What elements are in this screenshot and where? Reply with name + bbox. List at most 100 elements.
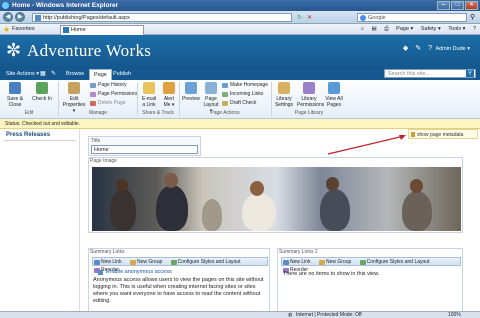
title-label: Title [91,138,101,144]
page-permissions-button[interactable]: Page Permissions [90,91,138,98]
person-figure [242,193,276,231]
incoming-links-button[interactable]: Incoming Links [222,91,263,98]
back-button[interactable]: ◀ [3,12,13,22]
page-history-label: Page History [98,82,127,88]
new-link-icon [283,260,289,265]
library-permissions-button[interactable]: Library Permissions [297,82,325,108]
group-share: Share & Track [142,110,174,116]
configure-styles-button[interactable]: Configure Styles and Layout [359,259,430,265]
group-edit: Edit [24,110,34,116]
nav-divider [4,140,76,141]
person-head [250,181,264,196]
page-history-button[interactable]: Page History [90,82,127,89]
brand-logo-icon[interactable]: ✼ [6,40,26,60]
save-close-button[interactable]: Save & Close [3,82,27,108]
security-zone[interactable]: Internet | Protected Mode: Off [296,312,362,318]
help-menu[interactable]: ? [473,26,476,32]
navigate-up-icon[interactable]: ▦ [40,70,46,77]
delete-icon [90,101,96,106]
make-homepage-button[interactable]: Make Homepage [222,82,268,89]
notes-icon[interactable]: ✎ [415,45,421,52]
show-page-metadata-link[interactable]: show page metadata [408,129,478,139]
alert-me-label: Alert Me ▾ [163,96,175,108]
delete-page-label: Delete Page [98,100,126,106]
library-permissions-label: Library Permissions [297,96,325,108]
person-head [116,179,128,192]
maximize-button[interactable]: □ [451,1,464,10]
site-search-placeholder: Search this site... [388,71,431,77]
show-metadata-label: show page metadata [417,132,464,138]
summary-links-toolbar: New Link New Group Configure Styles and … [92,257,268,273]
save-icon [9,82,21,94]
page-menu[interactable]: Page ▾ [396,26,413,32]
forward-button[interactable]: ▶ [15,12,25,22]
configure-label: Configure Styles and Layout [366,259,430,265]
history-icon [90,83,96,88]
tab-browse[interactable]: Browse [62,69,88,80]
new-link-button[interactable]: New Link [282,259,311,265]
draft-check-button[interactable]: Draft Check [222,100,256,107]
search-go-icon[interactable]: ⚲ [470,13,475,21]
make-homepage-label: Make Homepage [230,82,269,88]
person-figure [402,191,432,231]
feeds-icon[interactable]: ▤ [372,26,377,32]
empty-view-message: There are no items to show in this view. [283,271,380,277]
ribbon: Save & Close Check In Edit Properties ▾ … [0,80,480,119]
tab-publish[interactable]: Publish [109,69,135,80]
draft-check-icon [222,101,228,106]
browser-search-input[interactable]: Google [357,13,467,22]
browser-tab-home[interactable]: Home [60,25,144,35]
search-icon[interactable]: ⚲ [466,70,474,77]
favorites-label[interactable]: Favorites [12,24,35,35]
site-search-input[interactable]: Search this site... ⚲ [384,69,476,78]
print-icon[interactable]: ⎙ [384,26,388,32]
help-icon[interactable]: ? [428,45,432,52]
zoom-level[interactable]: 100% [448,312,461,318]
email-link-label: E-mail a Link [141,96,157,108]
favorites-star-icon[interactable]: ★ [3,26,10,34]
email-link-button[interactable]: E-mail a Link [140,82,158,108]
view-all-pages-button[interactable]: View All Pages [323,82,345,108]
globe-icon: ◍ [288,312,293,318]
library-permissions-icon [303,82,315,94]
stop-icon[interactable]: ✕ [307,14,312,21]
incoming-links-label: Incoming Links [230,91,264,97]
title-input[interactable]: Home [91,145,198,154]
person-figure [156,185,188,231]
layout-icon [205,82,217,94]
title-field: Title Home [88,136,201,156]
user-menu[interactable]: Admin Dude ▾ [435,46,470,52]
page-permissions-label: Page Permissions [98,91,139,97]
configure-styles-button[interactable]: Configure Styles and Layout [170,259,240,265]
page-image-field: Page Image [88,157,463,233]
new-group-button[interactable]: New Group [129,259,162,265]
delete-page-button[interactable]: Delete Page [90,100,126,107]
home-icon[interactable]: ⌂ [361,26,364,32]
tab-favicon-icon [63,27,69,33]
summary-links-2-toolbar: New Link New Group Configure Styles and … [281,257,461,273]
site-brand[interactable]: Adventure Works [27,40,151,62]
site-actions-menu[interactable]: Site Actions ▾ [2,69,43,80]
new-group-button[interactable]: New Group [318,259,351,265]
tags-icon[interactable]: ◆ [403,45,408,52]
tools-menu[interactable]: Tools ▾ [448,26,465,32]
refresh-icon[interactable]: ↻ [297,14,302,21]
address-input[interactable]: http://publishing/Pages/default.aspx [32,13,292,22]
edit-page-icon[interactable]: ✎ [51,70,56,77]
library-settings-button[interactable]: Library Settings [274,82,294,108]
summary-links-2-label: Summary Links 2 [279,249,318,255]
anonymous-access-link[interactable]: Enable anonymous access [106,269,172,275]
close-window-button[interactable]: × [465,1,478,10]
nav-heading-press-releases[interactable]: Press Releases [6,132,50,138]
alert-me-button[interactable]: Alert Me ▾ [161,82,177,108]
safety-menu[interactable]: Safety ▾ [421,26,441,32]
minimize-button[interactable]: – [437,1,450,10]
ribbon-tab-strip: Site Actions ▾ ▦ ✎ Browse Page Publish S… [0,67,480,80]
new-link-button[interactable]: New Link [93,259,122,265]
favorites-bar: ★ Favorites Home ⌂ ▤ ⎙ Page ▾ Safety ▾ T… [0,24,480,35]
draft-check-label: Draft Check [230,100,257,106]
page-image[interactable] [92,167,461,231]
check-in-button[interactable]: Check In [31,82,53,102]
alert-icon [163,82,175,94]
preview-button[interactable]: Preview [181,82,201,102]
